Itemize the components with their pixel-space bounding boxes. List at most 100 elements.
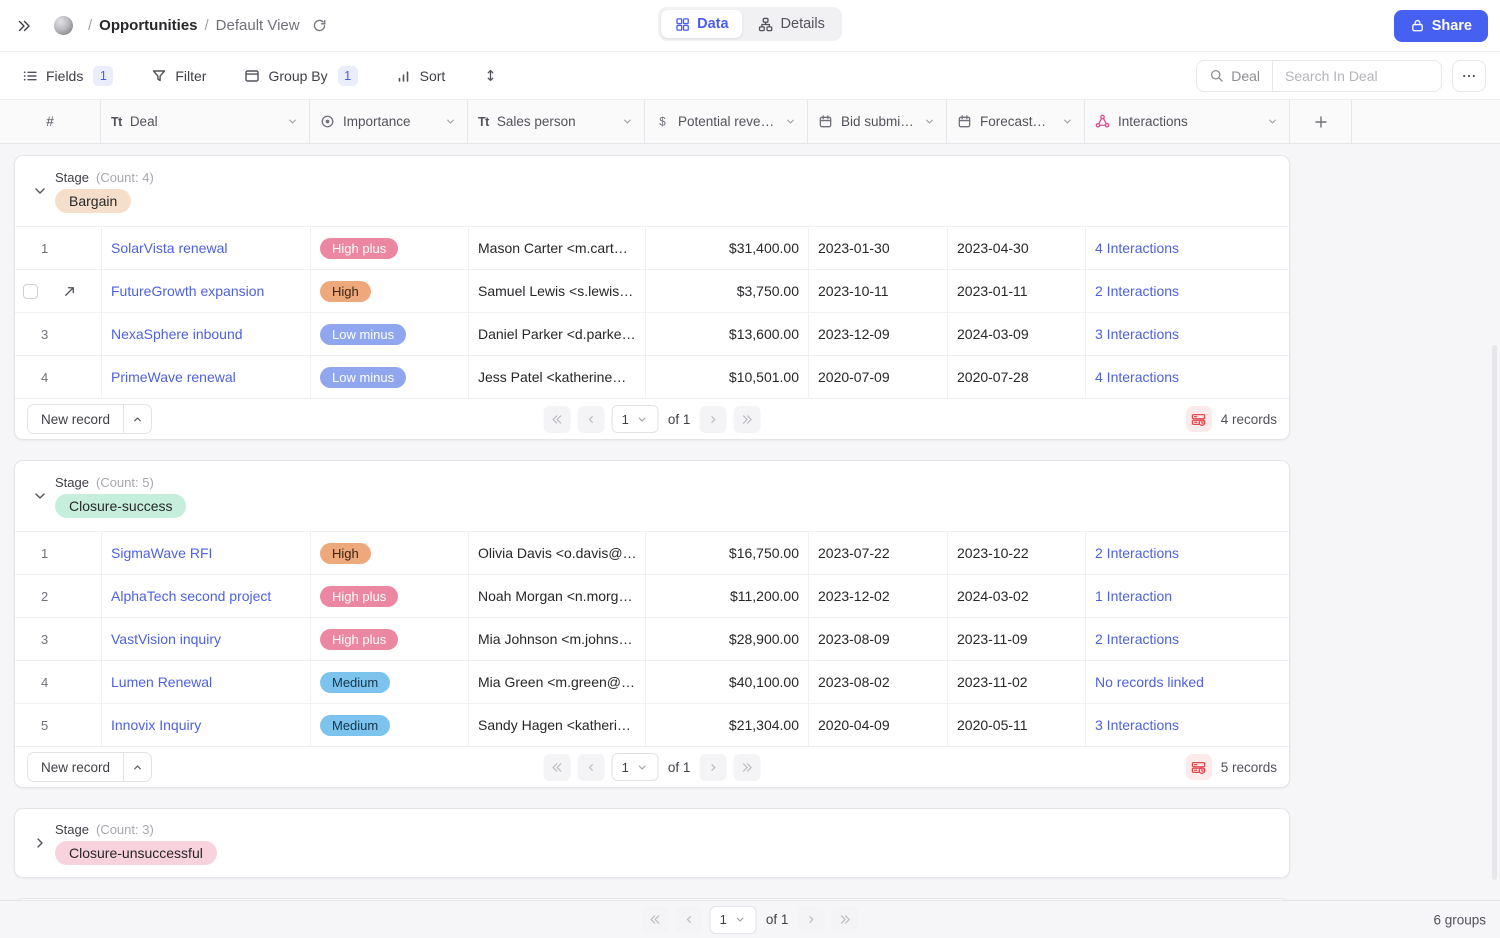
interactions-link[interactable]: 4 Interactions — [1095, 369, 1179, 385]
sales-person-cell[interactable]: Sandy Hagen <katheri… — [469, 704, 646, 746]
potential-revenue-cell[interactable]: $31,400.00 — [646, 227, 809, 269]
prev-page-button[interactable] — [578, 754, 605, 781]
column-header-interactions[interactable]: Interactions — [1085, 100, 1290, 143]
more-options-button[interactable] — [1452, 60, 1486, 92]
potential-revenue-cell[interactable]: $28,900.00 — [646, 618, 809, 660]
potential-revenue-cell[interactable]: $21,304.00 — [646, 704, 809, 746]
new-record-caret-button[interactable] — [123, 405, 151, 433]
interactions-link[interactable]: No records linked — [1095, 674, 1204, 690]
deal-cell[interactable]: NexaSphere inbound — [102, 313, 311, 355]
interactions-link[interactable]: 2 Interactions — [1095, 283, 1179, 299]
next-page-button[interactable] — [699, 406, 726, 433]
importance-cell[interactable]: Medium — [311, 661, 469, 703]
sales-person-cell[interactable]: Samuel Lewis <s.lewis… — [469, 270, 646, 312]
deal-cell[interactable]: AlphaTech second project — [102, 575, 311, 617]
bid-submission-cell[interactable]: 2023-01-30 — [809, 227, 948, 269]
deal-cell[interactable]: PrimeWave renewal — [102, 356, 311, 398]
column-header-bid[interactable]: Bid submissi… — [808, 100, 947, 143]
deal-link[interactable]: Lumen Renewal — [111, 674, 212, 690]
importance-cell[interactable]: High — [311, 270, 469, 312]
column-header-rownum[interactable]: # — [0, 100, 101, 143]
forecasted-cell[interactable]: 2023-10-22 — [948, 532, 1086, 574]
interactions-cell[interactable]: 1 Interaction — [1086, 575, 1290, 617]
last-page-button[interactable] — [831, 906, 858, 933]
column-header-forecast[interactable]: Forecasted… — [947, 100, 1085, 143]
expand-sidebar-button[interactable] — [12, 14, 36, 38]
sort-button[interactable]: Sort — [388, 62, 454, 90]
bid-submission-cell[interactable]: 2023-08-02 — [809, 661, 948, 703]
importance-cell[interactable]: High plus — [311, 618, 469, 660]
new-record-caret-button[interactable] — [123, 753, 151, 781]
breadcrumb-view[interactable]: Default View — [216, 17, 300, 34]
importance-cell[interactable]: High plus — [311, 575, 469, 617]
share-button[interactable]: Share — [1394, 10, 1488, 42]
deal-link[interactable]: SigmaWave RFI — [111, 545, 212, 561]
interactions-cell[interactable]: 2 Interactions — [1086, 532, 1290, 574]
vertical-scrollbar[interactable] — [1492, 345, 1497, 880]
forecasted-cell[interactable]: 2024-03-09 — [948, 313, 1086, 355]
expand-record-button[interactable] — [62, 284, 77, 299]
deal-cell[interactable]: VastVision inquiry — [102, 618, 311, 660]
group-header[interactable]: Stage(Count: 3)Closure-unsuccessful — [15, 809, 1289, 877]
next-page-button[interactable] — [699, 754, 726, 781]
column-header-sales[interactable]: TtSales person — [468, 100, 645, 143]
importance-cell[interactable]: High plus — [311, 227, 469, 269]
sales-person-cell[interactable]: Noah Morgan <n.morg… — [469, 575, 646, 617]
importance-cell[interactable]: High — [311, 532, 469, 574]
deal-cell[interactable]: Lumen Renewal — [102, 661, 311, 703]
deal-link[interactable]: Innovix Inquiry — [111, 717, 201, 733]
bid-submission-cell[interactable]: 2023-08-09 — [809, 618, 948, 660]
sales-person-cell[interactable]: Mason Carter <m.cart… — [469, 227, 646, 269]
forecasted-cell[interactable]: 2023-11-09 — [948, 618, 1086, 660]
bid-submission-cell[interactable]: 2020-07-09 — [809, 356, 948, 398]
page-select[interactable]: 1 — [612, 405, 659, 433]
chevron-down-icon[interactable] — [27, 488, 53, 504]
potential-revenue-cell[interactable]: $11,200.00 — [646, 575, 809, 617]
interactions-link[interactable]: 2 Interactions — [1095, 631, 1179, 647]
interactions-cell[interactable]: No records linked — [1086, 661, 1290, 703]
breadcrumb-table[interactable]: Opportunities — [99, 17, 197, 34]
filter-button[interactable]: Filter — [143, 62, 214, 90]
last-page-button[interactable] — [733, 406, 760, 433]
search-input[interactable] — [1273, 68, 1441, 84]
importance-cell[interactable]: Low minus — [311, 356, 469, 398]
search-field-selector[interactable]: Deal — [1197, 61, 1272, 91]
prev-page-button[interactable] — [676, 906, 703, 933]
new-record-button[interactable]: New record — [28, 405, 123, 433]
interactions-cell[interactable]: 3 Interactions — [1086, 704, 1290, 746]
deal-cell[interactable]: SigmaWave RFI — [102, 532, 311, 574]
bid-submission-cell[interactable]: 2020-04-09 — [809, 704, 948, 746]
deal-link[interactable]: SolarVista renewal — [111, 240, 227, 256]
deal-link[interactable]: FutureGrowth expansion — [111, 283, 264, 299]
potential-revenue-cell[interactable]: $16,750.00 — [646, 532, 809, 574]
deal-link[interactable]: AlphaTech second project — [111, 588, 271, 604]
page-select[interactable]: 1 — [710, 906, 757, 934]
forecasted-cell[interactable]: 2024-03-02 — [948, 575, 1086, 617]
interactions-link[interactable]: 3 Interactions — [1095, 717, 1179, 733]
first-page-button[interactable] — [544, 406, 571, 433]
tab-data[interactable]: Data — [661, 10, 742, 38]
page-select[interactable]: 1 — [612, 753, 659, 781]
importance-cell[interactable]: Low minus — [311, 313, 469, 355]
first-page-button[interactable] — [642, 906, 669, 933]
group-header[interactable]: Stage(Count: 4)Bargain — [15, 156, 1289, 226]
interactions-cell[interactable]: 3 Interactions — [1086, 313, 1290, 355]
row-checkbox[interactable] — [23, 284, 38, 299]
potential-revenue-cell[interactable]: $10,501.00 — [646, 356, 809, 398]
potential-revenue-cell[interactable]: $40,100.00 — [646, 661, 809, 703]
interactions-cell[interactable]: 4 Interactions — [1086, 356, 1290, 398]
interactions-link[interactable]: 3 Interactions — [1095, 326, 1179, 342]
chevron-down-icon[interactable] — [27, 183, 53, 199]
sales-person-cell[interactable]: Mia Green <m.green@… — [469, 661, 646, 703]
importance-cell[interactable]: Medium — [311, 704, 469, 746]
deal-link[interactable]: NexaSphere inbound — [111, 326, 243, 342]
column-header-add[interactable] — [1290, 100, 1352, 143]
interactions-link[interactable]: 2 Interactions — [1095, 545, 1179, 561]
interactions-link[interactable]: 1 Interaction — [1095, 588, 1172, 604]
bid-submission-cell[interactable]: 2023-12-02 — [809, 575, 948, 617]
fields-button[interactable]: Fields 1 — [14, 60, 121, 92]
column-header-deal[interactable]: TtDeal — [101, 100, 310, 143]
sales-person-cell[interactable]: Daniel Parker <d.parke… — [469, 313, 646, 355]
refresh-button[interactable] — [308, 14, 331, 37]
bid-submission-cell[interactable]: 2023-12-09 — [809, 313, 948, 355]
